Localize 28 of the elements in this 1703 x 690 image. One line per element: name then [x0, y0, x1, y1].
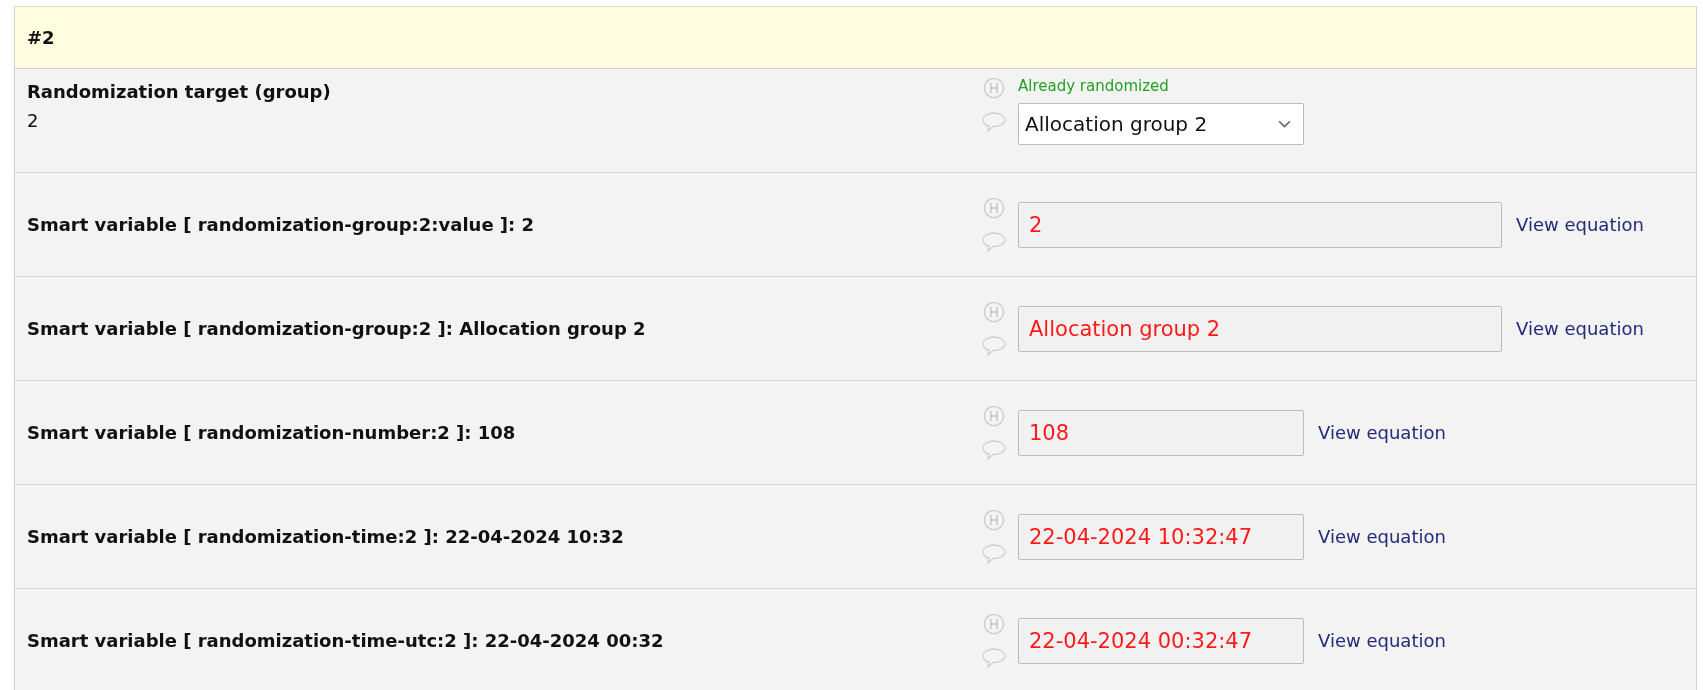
history-icon[interactable]: [983, 300, 1005, 323]
view-equation-link[interactable]: View equation: [1318, 422, 1446, 443]
field-label: Randomization target (group): [27, 81, 332, 102]
comment-icon[interactable]: [981, 438, 1007, 461]
comment-icon[interactable]: [981, 646, 1007, 669]
history-icon[interactable]: [983, 612, 1005, 635]
chevron-icon: [1278, 119, 1291, 129]
field-label: Smart variable [ randomization-group:2 ]: Allocation group 2: [27, 318, 647, 339]
view-equation-link[interactable]: View equation: [1516, 214, 1644, 235]
history-icon[interactable]: [983, 508, 1005, 531]
comment-icon[interactable]: [981, 230, 1007, 253]
group-select[interactable]: Allocation group 2: [1018, 103, 1304, 145]
comment-icon[interactable]: [981, 542, 1007, 565]
field-label: Smart variable [ randomization-time:2 ]: 22-04-2024 10:32: [27, 526, 625, 547]
status-text: Already randomized: [1018, 77, 1170, 95]
comment-icon[interactable]: [981, 111, 1007, 133]
view-equation-link[interactable]: View equation: [1516, 318, 1644, 339]
field-value: 2: [27, 110, 40, 131]
view-equation-link[interactable]: View equation: [1318, 630, 1446, 651]
section-title: #2: [27, 27, 55, 48]
history-icon[interactable]: [983, 196, 1005, 219]
history-icon[interactable]: [983, 404, 1005, 427]
history-icon[interactable]: [983, 77, 1005, 99]
view-equation-link[interactable]: View equation: [1318, 526, 1446, 547]
field-label: Smart variable [ randomization-number:2 ]: 108: [27, 422, 517, 443]
comment-icon[interactable]: [981, 334, 1007, 357]
field-label: Smart variable [ randomization-time-utc:2 ]: 22-04-2024 00:32: [27, 630, 665, 651]
field-label: Smart variable [ randomization-group:2:value ]: 2: [27, 214, 536, 235]
